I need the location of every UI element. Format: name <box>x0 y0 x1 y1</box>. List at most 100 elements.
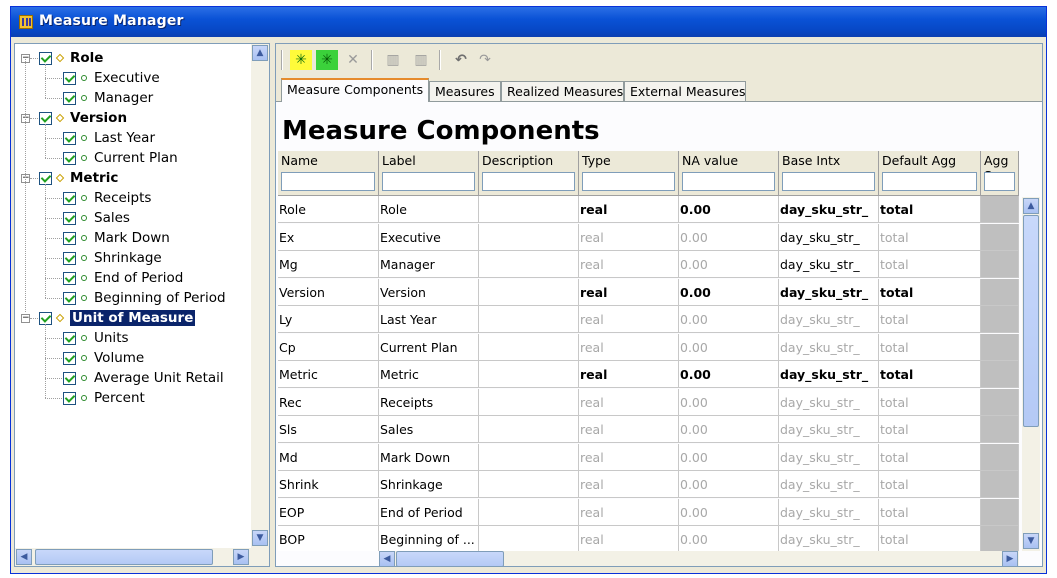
table-cell-description[interactable] <box>479 471 579 498</box>
table-cell-type[interactable]: real <box>579 388 679 416</box>
table-cell-description[interactable] <box>479 361 579 388</box>
table-cell-na[interactable]: 0.00 <box>679 471 779 498</box>
table-cell-agg-s[interactable] <box>981 416 1019 443</box>
table-cell-type[interactable]: real <box>579 278 679 306</box>
checkbox-checked-icon[interactable] <box>63 71 76 85</box>
table-cell-na[interactable]: 0.00 <box>679 196 779 223</box>
table-cell-label[interactable]: Version <box>379 278 479 306</box>
table-cell-description[interactable] <box>479 333 579 361</box>
column-header-name[interactable]: Name <box>278 151 379 196</box>
table-cell-description[interactable] <box>479 278 579 306</box>
checkbox-checked-icon[interactable] <box>63 151 76 165</box>
scroll-up-button[interactable]: ▲ <box>1023 198 1039 214</box>
table-cell-label[interactable]: Mark Down <box>379 443 479 471</box>
checkbox-checked-icon[interactable] <box>63 251 76 265</box>
table-cell-agg[interactable]: total <box>879 223 981 251</box>
redo-icon[interactable]: ↷ <box>474 50 496 70</box>
table-cell-na[interactable]: 0.00 <box>679 526 779 551</box>
column-header-agg-s[interactable]: Agg S <box>981 151 1019 196</box>
add-measure-green-icon[interactable]: ✳ <box>316 50 338 70</box>
checkbox-checked-icon[interactable] <box>63 91 76 105</box>
column-filter-input[interactable] <box>682 172 775 191</box>
table-cell-description[interactable] <box>479 251 579 278</box>
table-cell-agg[interactable]: total <box>879 251 981 278</box>
column-filter-input[interactable] <box>984 172 1015 191</box>
tab-realized-measures[interactable]: Realized Measures <box>501 81 624 101</box>
table-cell-base[interactable]: day_sku_str_ <box>779 498 879 526</box>
tree-leaf-current-plan[interactable]: Current Plan <box>63 148 178 168</box>
table-cell-label[interactable]: End of Period <box>379 498 479 526</box>
scroll-right-button[interactable]: ▶ <box>233 549 249 565</box>
table-cell-label[interactable]: Manager <box>379 251 479 278</box>
title-bar[interactable]: Measure Manager <box>11 7 1046 37</box>
table-cell-agg-s[interactable] <box>981 251 1019 278</box>
table-cell-agg[interactable]: total <box>879 333 981 361</box>
table-cell-na[interactable]: 0.00 <box>679 306 779 333</box>
table-cell-name[interactable]: Cp <box>278 333 379 361</box>
table-cell-base[interactable]: day_sku_str_ <box>779 251 879 278</box>
table-cell-type[interactable]: real <box>579 471 679 498</box>
undo-icon[interactable]: ↶ <box>450 50 472 70</box>
tree-leaf-units[interactable]: Units <box>63 328 129 348</box>
checkbox-checked-icon[interactable] <box>63 391 76 405</box>
table-cell-description[interactable] <box>479 498 579 526</box>
tree-leaf-sales[interactable]: Sales <box>63 208 130 228</box>
table-cell-description[interactable] <box>479 223 579 251</box>
table-cell-agg-s[interactable] <box>981 196 1019 223</box>
scroll-thumb[interactable] <box>1023 215 1039 427</box>
column-filter-input[interactable] <box>782 172 875 191</box>
column-header-base-intx[interactable]: Base Intx <box>779 151 879 196</box>
table-cell-label[interactable]: Sales <box>379 416 479 443</box>
tab-measure-components[interactable]: Measure Components <box>281 78 429 102</box>
table-cell-description[interactable] <box>479 526 579 551</box>
table-cell-name[interactable]: Shrink <box>278 471 379 498</box>
table-cell-label[interactable]: Shrinkage <box>379 471 479 498</box>
tree-leaf-executive[interactable]: Executive <box>63 68 160 88</box>
table-cell-base[interactable]: day_sku_str_ <box>779 333 879 361</box>
tab-external-measures[interactable]: External Measures <box>624 81 746 101</box>
checkbox-checked-icon[interactable] <box>63 371 76 385</box>
table-cell-name[interactable]: Ex <box>278 223 379 251</box>
table-cell-agg[interactable]: total <box>879 471 981 498</box>
table-cell-na[interactable]: 0.00 <box>679 443 779 471</box>
table-cell-label[interactable]: Beginning of ... <box>379 526 479 551</box>
tree-node-role[interactable]: Role <box>39 48 103 68</box>
checkbox-checked-icon[interactable] <box>63 291 76 305</box>
table-cell-agg[interactable]: total <box>879 443 981 471</box>
table-cell-name[interactable]: Ly <box>278 306 379 333</box>
checkbox-checked-icon[interactable] <box>39 311 52 325</box>
scroll-up-button[interactable]: ▲ <box>252 45 268 61</box>
table-cell-base[interactable]: day_sku_str_ <box>779 306 879 333</box>
column-filter-input[interactable] <box>582 172 675 191</box>
table-cell-agg[interactable]: total <box>879 361 981 388</box>
table-cell-na[interactable]: 0.00 <box>679 361 779 388</box>
table-cell-agg-s[interactable] <box>981 361 1019 388</box>
column-header-label[interactable]: Label <box>379 151 479 196</box>
table-cell-base[interactable]: day_sku_str_ <box>779 223 879 251</box>
table-cell-na[interactable]: 0.00 <box>679 498 779 526</box>
table-cell-agg-s[interactable] <box>981 443 1019 471</box>
scroll-left-button[interactable]: ◀ <box>16 549 32 565</box>
tree-leaf-average-unit-retail[interactable]: Average Unit Retail <box>63 368 224 388</box>
table-cell-type[interactable]: real <box>579 361 679 388</box>
table-cell-name[interactable]: Sls <box>278 416 379 443</box>
tree-leaf-last-year[interactable]: Last Year <box>63 128 155 148</box>
table-cell-name[interactable]: Rec <box>278 388 379 416</box>
scroll-down-button[interactable]: ▼ <box>1023 533 1039 549</box>
column-filter-input[interactable] <box>882 172 977 191</box>
tree-leaf-receipts[interactable]: Receipts <box>63 188 151 208</box>
table-cell-base[interactable]: day_sku_str_ <box>779 471 879 498</box>
table-cell-name[interactable]: Md <box>278 443 379 471</box>
tree-leaf-volume[interactable]: Volume <box>63 348 144 368</box>
tree-leaf-mark-down[interactable]: Mark Down <box>63 228 170 248</box>
table-cell-base[interactable]: day_sku_str_ <box>779 416 879 443</box>
table-cell-description[interactable] <box>479 416 579 443</box>
table-cell-base[interactable]: day_sku_str_ <box>779 196 879 223</box>
tree-leaf-manager[interactable]: Manager <box>63 88 153 108</box>
table-cell-na[interactable]: 0.00 <box>679 416 779 443</box>
collapse-expander-icon[interactable]: − <box>21 314 30 323</box>
tree-leaf-beginning-of-period[interactable]: Beginning of Period <box>63 288 226 308</box>
column-header-na-value[interactable]: NA value <box>679 151 779 196</box>
tree-node-unit-of-measure[interactable]: Unit of Measure <box>39 308 196 328</box>
table-cell-agg-s[interactable] <box>981 526 1019 551</box>
